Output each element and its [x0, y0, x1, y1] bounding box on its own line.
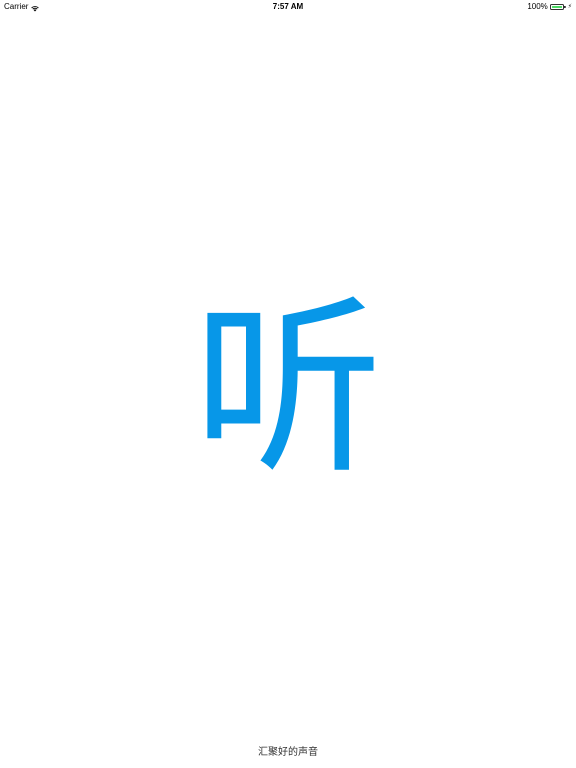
status-bar: Carrier 7:57 AM 100% ⚡: [0, 0, 576, 14]
battery-icon: [549, 4, 566, 10]
app-tagline: 汇聚好的声音: [258, 747, 318, 758]
charging-bolt-icon: ⚡: [567, 4, 572, 10]
status-time: 7:57 AM: [272, 2, 304, 11]
battery-percent: 100%: [527, 2, 548, 11]
battery-indicator: 100% ⚡: [527, 0, 572, 14]
battery-level-fill: [551, 6, 562, 8]
app-logo-character: 听: [192, 279, 383, 500]
